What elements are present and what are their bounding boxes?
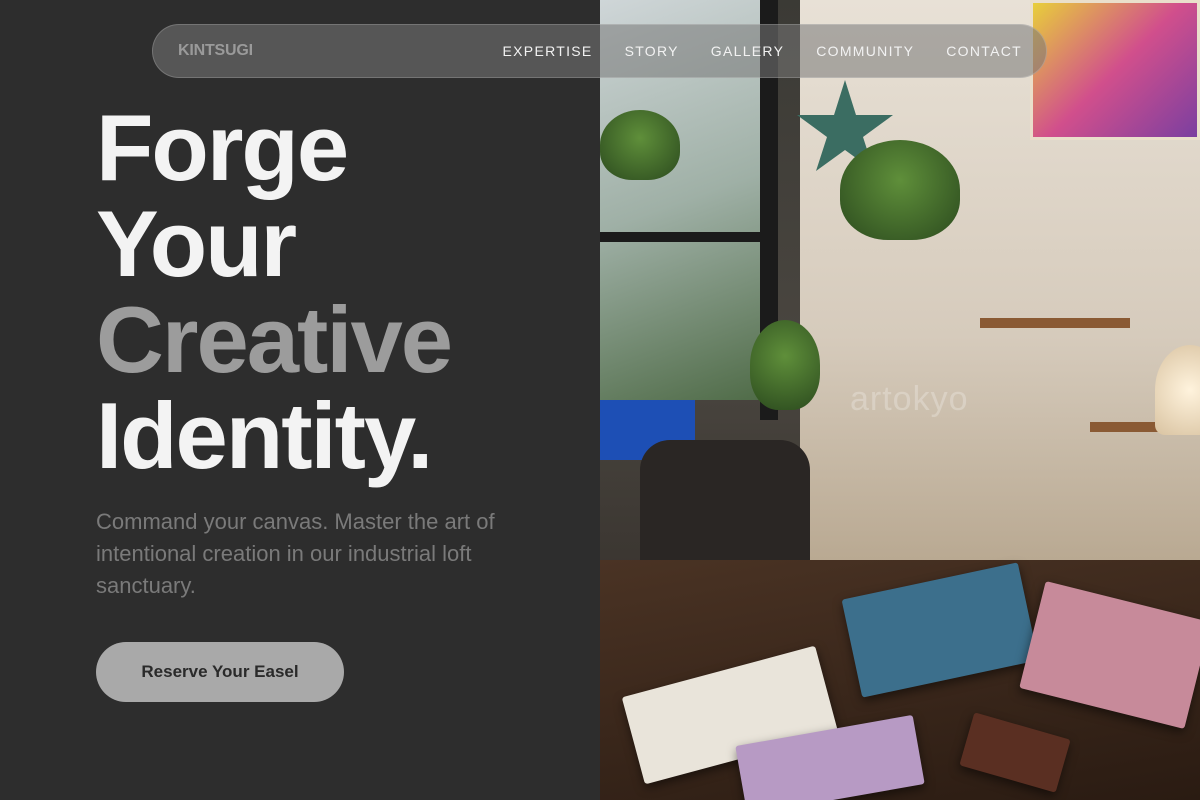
headline-line: Identity. [96, 383, 433, 488]
hero-subtitle: Command your canvas. Master the art of i… [96, 509, 495, 598]
plant [840, 140, 960, 240]
nav-links: EXPERTISE STORY GALLERY COMMUNITY CONTAC… [503, 43, 1022, 59]
poster [1030, 0, 1200, 140]
nav-link-expertise[interactable]: EXPERTISE [503, 43, 593, 59]
top-navigation: KINTSUGI EXPERTISE STORY GALLERY COMMUNI… [152, 24, 1047, 78]
hero-headline: Forge Your Creative Identity. [96, 95, 453, 488]
nav-link-gallery[interactable]: GALLERY [711, 43, 784, 59]
logo[interactable]: KINTSUGI [178, 42, 253, 60]
studio-photo: artokyo [600, 0, 1200, 800]
headline-line: Creative [96, 287, 453, 392]
watermark: artokyo [850, 380, 969, 418]
nav-link-story[interactable]: STORY [625, 43, 679, 59]
plant [750, 320, 820, 410]
shelf [980, 318, 1130, 328]
plant [600, 110, 680, 180]
nav-link-community[interactable]: COMMUNITY [816, 43, 914, 59]
reserve-easel-button[interactable]: Reserve Your Easel [96, 642, 344, 702]
headline-line: Forge [96, 95, 349, 200]
headline-line: Your [96, 191, 297, 296]
window-frame [600, 232, 778, 242]
nav-link-contact[interactable]: CONTACT [946, 43, 1022, 59]
